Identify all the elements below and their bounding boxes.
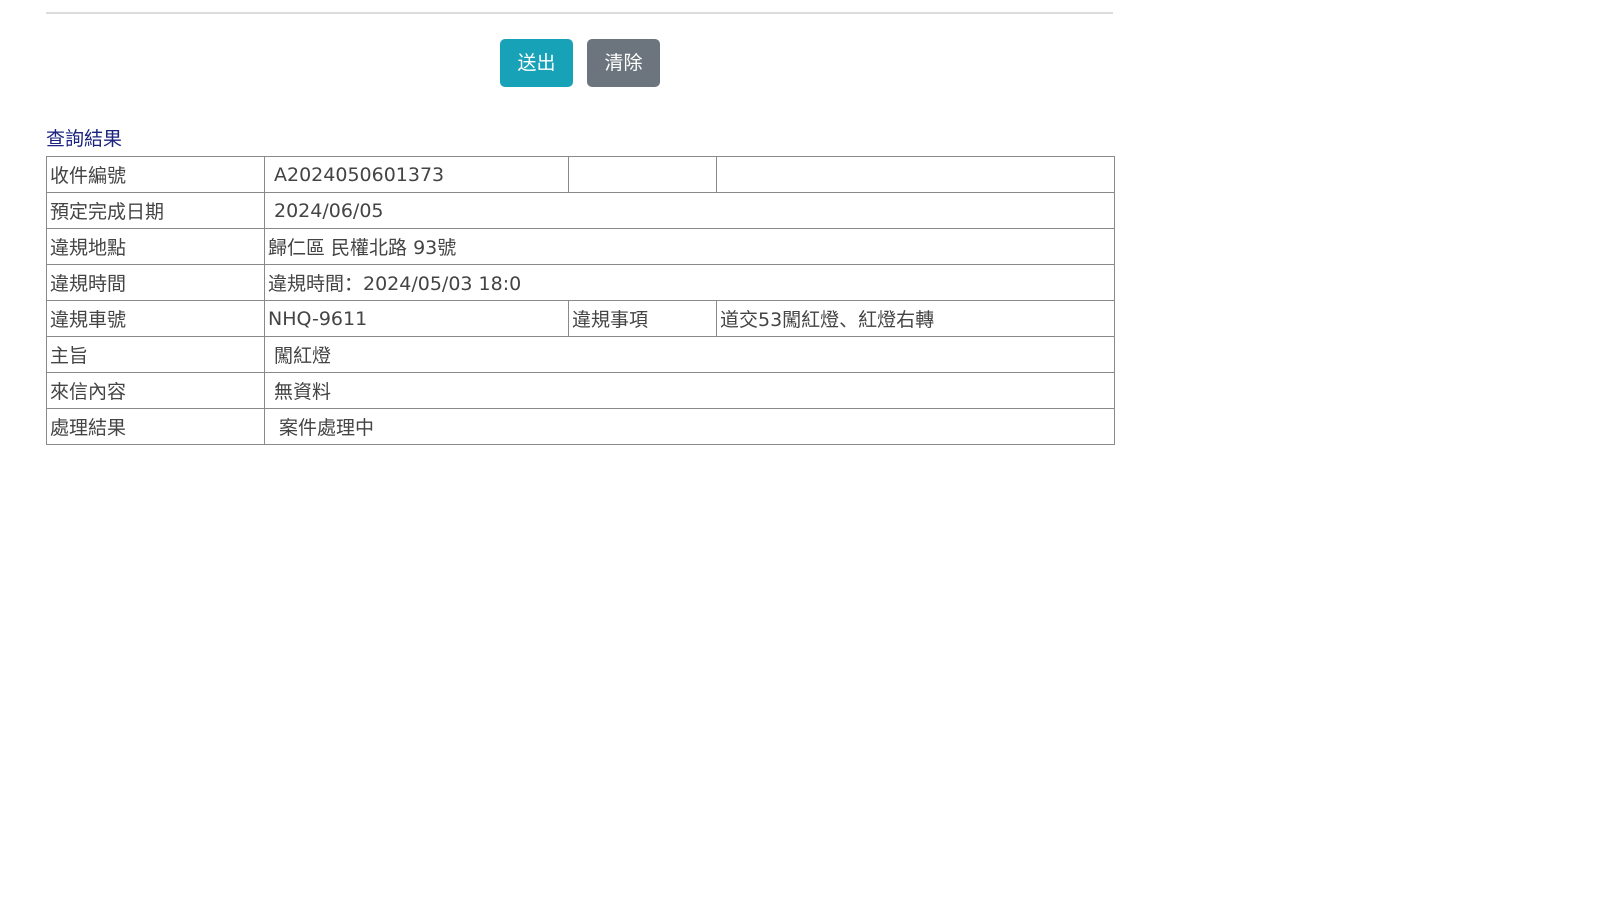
row-label: 違規車號 (46, 300, 265, 337)
row-label: 主旨 (46, 336, 265, 373)
row-label: 違規時間 (46, 264, 265, 301)
row-label: 收件編號 (46, 156, 265, 193)
table-row-plate: 違規車號 NHQ-9611 違規事項 道交53闖紅燈、紅燈右轉 (46, 300, 1115, 337)
table-row-location: 違規地點 歸仁區 民權北路 93號 (46, 228, 1115, 265)
time-value: 違規時間：2024/05/03 18:0 (264, 264, 1115, 301)
plate-value: NHQ-9611 (264, 300, 569, 337)
receipt-extra-value (716, 156, 1115, 193)
row-label: 預定完成日期 (46, 192, 265, 229)
table-row-content: 來信內容 無資料 (46, 372, 1115, 409)
location-value: 歸仁區 民權北路 93號 (264, 228, 1115, 265)
violation-item-value: 道交53闖紅燈、紅燈右轉 (716, 300, 1115, 337)
top-divider (46, 12, 1113, 14)
table-row-time: 違規時間 違規時間：2024/05/03 18:0 (46, 264, 1115, 301)
table-row-due-date: 預定完成日期 2024/06/05 (46, 192, 1115, 229)
submit-button[interactable]: 送出 (500, 39, 573, 87)
row-label: 來信內容 (46, 372, 265, 409)
result-table: 收件編號 A2024050601373 預定完成日期 2024/06/05 違規… (46, 156, 1115, 445)
violation-item-label: 違規事項 (568, 300, 717, 337)
outcome-value: 案件處理中 (264, 408, 1115, 445)
table-row-receipt-no: 收件編號 A2024050601373 (46, 156, 1115, 193)
form-actions: 送出 清除 (500, 39, 660, 87)
table-row-outcome: 處理結果 案件處理中 (46, 408, 1115, 445)
due-date-value: 2024/06/05 (264, 192, 1115, 229)
content-value: 無資料 (264, 372, 1115, 409)
table-row-subject: 主旨 闖紅燈 (46, 336, 1115, 373)
clear-button[interactable]: 清除 (587, 39, 660, 87)
receipt-no-value: A2024050601373 (264, 156, 569, 193)
row-label: 違規地點 (46, 228, 265, 265)
receipt-extra-label (568, 156, 717, 193)
result-title: 查詢結果 (46, 128, 123, 150)
row-label: 處理結果 (46, 408, 265, 445)
subject-value: 闖紅燈 (264, 336, 1115, 373)
